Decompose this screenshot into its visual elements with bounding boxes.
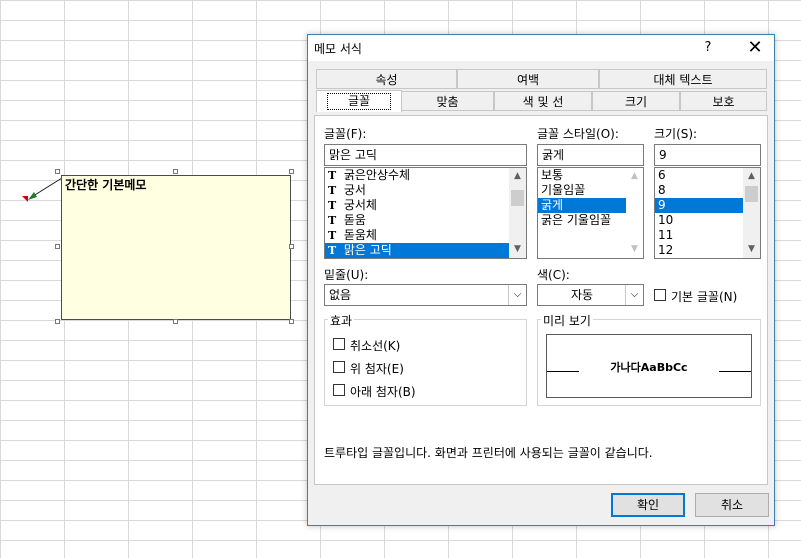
underline-select[interactable]: 없음 ⌵ <box>324 284 527 306</box>
strikethrough-checkbox[interactable] <box>333 338 345 350</box>
truetype-icon: T <box>328 169 337 182</box>
dialog-titlebar[interactable]: 메모 서식 ? ✕ <box>308 35 774 61</box>
tab-colors-lines[interactable]: 색 및 선 <box>494 91 592 111</box>
scroll-up-icon[interactable]: ▲ <box>626 168 643 185</box>
resize-handle-bottom-left[interactable] <box>55 319 60 324</box>
list-item[interactable]: T 굵은안상수체 <box>325 168 526 183</box>
resize-handle-top-left[interactable] <box>55 169 60 174</box>
preview-area: 가나다AaBbCc <box>546 334 752 398</box>
list-item[interactable]: T 궁서체 <box>325 198 526 213</box>
scroll-down-icon[interactable]: ▼ <box>626 241 643 258</box>
tab-size[interactable]: 크기 <box>592 91 680 111</box>
list-item[interactable]: T 돋움체 <box>325 228 526 243</box>
tab-protection[interactable]: 보호 <box>680 91 767 111</box>
list-item-selected[interactable]: 굵게 <box>538 198 626 213</box>
default-font-checkbox[interactable] <box>654 289 666 301</box>
ok-button[interactable]: 확인 <box>611 493 685 517</box>
style-label: 글꼴 스타일(O): <box>537 127 619 141</box>
scroll-thumb[interactable] <box>511 190 524 206</box>
font-list[interactable]: T 굵은안상수체 T 궁서 T 궁서체 T 돋움 T 돋움체 T 맑은 고딕 ▲… <box>324 167 527 259</box>
tab-properties[interactable]: 속성 <box>316 69 457 89</box>
chevron-down-icon: ⌵ <box>508 285 526 305</box>
style-input[interactable]: 굵게 <box>537 144 644 166</box>
preview-sample-text: 가나다AaBbCc <box>610 361 688 374</box>
size-input[interactable]: 9 <box>654 144 761 166</box>
size-list-scrollbar[interactable]: ▲ ▼ <box>743 168 760 258</box>
resize-handle-right[interactable] <box>289 244 294 249</box>
memo-text[interactable]: 간단한 기본메모 <box>65 176 146 193</box>
scroll-up-icon[interactable]: ▲ <box>509 168 526 185</box>
cancel-button[interactable]: 취소 <box>695 493 769 517</box>
underline-label: 밑줄(U): <box>324 268 369 282</box>
superscript-label[interactable]: 위 첨자(E) <box>350 360 404 377</box>
truetype-icon: T <box>328 184 337 197</box>
scroll-down-icon[interactable]: ▼ <box>743 241 760 258</box>
list-item[interactable]: T 돋움 <box>325 213 526 228</box>
font-tab-panel: 글꼴(F): 맑은 고딕 T 굵은안상수체 T 궁서 T 궁서체 T 돋움 T … <box>314 115 768 485</box>
font-input[interactable]: 맑은 고딕 <box>324 144 527 166</box>
truetype-icon: T <box>328 199 337 212</box>
truetype-icon: T <box>328 244 337 257</box>
preview-label: 미리 보기 <box>541 312 593 329</box>
list-item[interactable]: T 궁서 <box>325 183 526 198</box>
truetype-icon: T <box>328 214 337 227</box>
tab-margins[interactable]: 여백 <box>457 69 599 89</box>
close-button[interactable]: ✕ <box>740 35 770 61</box>
subscript-checkbox[interactable] <box>333 384 345 396</box>
effects-label: 효과 <box>328 312 355 329</box>
resize-handle-top-right[interactable] <box>289 169 294 174</box>
font-info-text: 트루타입 글꼴입니다. 화면과 프린터에 사용되는 글꼴이 같습니다. <box>324 446 653 460</box>
resize-handle-bottom[interactable] <box>173 319 178 324</box>
strikethrough-label[interactable]: 취소선(K) <box>350 337 400 354</box>
truetype-icon: T <box>328 229 337 242</box>
scroll-thumb[interactable] <box>745 186 758 202</box>
memo-box[interactable] <box>61 175 291 320</box>
list-item-selected[interactable]: 9 <box>655 198 743 213</box>
help-button[interactable]: ? <box>698 38 718 58</box>
resize-handle-bottom-right[interactable] <box>289 319 294 324</box>
color-label: 색(C): <box>537 268 570 282</box>
default-font-label[interactable]: 기본 글꼴(N) <box>671 288 737 305</box>
superscript-checkbox[interactable] <box>333 361 345 373</box>
tab-alignment[interactable]: 맞춤 <box>401 91 494 111</box>
font-list-scrollbar[interactable]: ▲ ▼ <box>509 168 526 258</box>
tab-alt-text[interactable]: 대체 텍스트 <box>599 69 767 89</box>
resize-handle-top[interactable] <box>173 169 178 174</box>
size-label: 크기(S): <box>654 127 698 141</box>
color-select[interactable]: 자동 ⌵ <box>537 284 644 306</box>
style-list-scrollbar[interactable]: ▲ ▼ <box>626 168 643 258</box>
resize-handle-left[interactable] <box>55 244 60 249</box>
close-icon: ✕ <box>747 37 763 58</box>
chevron-down-icon: ⌵ <box>625 285 643 305</box>
list-item-selected[interactable]: T 맑은 고딕 <box>325 243 509 258</box>
tab-font[interactable]: 글꼴 <box>316 90 402 112</box>
style-list[interactable]: 보통 기울임꼴 굵게 굵은 기울임꼴 ▲ ▼ <box>537 167 644 259</box>
subscript-label[interactable]: 아래 첨자(B) <box>350 383 416 400</box>
scroll-up-icon[interactable]: ▲ <box>743 168 760 185</box>
dialog-title: 메모 서식 <box>314 42 362 56</box>
scroll-down-icon[interactable]: ▼ <box>509 241 526 258</box>
size-list[interactable]: 6 8 9 10 11 12 ▲ ▼ <box>654 167 761 259</box>
font-label: 글꼴(F): <box>324 127 367 141</box>
